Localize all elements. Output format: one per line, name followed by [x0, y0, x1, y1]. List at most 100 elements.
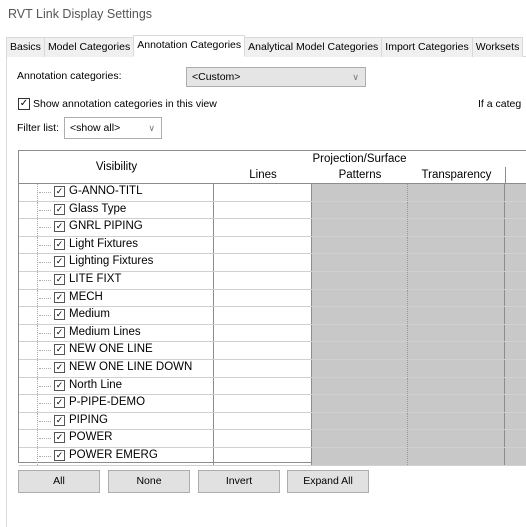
table-row[interactable]: ✓ Lighting Fixtures: [19, 254, 526, 272]
table-row[interactable]: ✓ POWER: [19, 430, 526, 448]
tree-connector: [39, 209, 51, 211]
category-checkbox[interactable]: ✓: [54, 344, 65, 356]
visibility-cell: ✓ POWER EMERG: [19, 448, 214, 465]
all-button[interactable]: All: [18, 470, 100, 493]
extra-cell: [505, 184, 526, 201]
category-checkbox[interactable]: ✓: [54, 309, 65, 321]
header-projection-surface: Projection/Surface: [214, 151, 506, 168]
extra-cell: [505, 395, 526, 412]
category-checkbox[interactable]: ✓: [54, 291, 65, 303]
transparency-cell: [408, 430, 505, 447]
tree-line: [37, 430, 38, 447]
table-row[interactable]: ✓ G-ANNO-TITL: [19, 184, 526, 202]
category-checkbox[interactable]: ✓: [54, 379, 65, 391]
lines-cell[interactable]: [214, 289, 312, 307]
show-annotation-checkbox[interactable]: ✓: [18, 98, 30, 110]
category-checkbox[interactable]: ✓: [54, 326, 65, 338]
table-row[interactable]: ✓ MECH: [19, 289, 526, 308]
tree-connector: [39, 332, 51, 334]
visibility-cell: ✓ PIPING: [19, 412, 214, 430]
lines-cell[interactable]: [214, 307, 312, 324]
patterns-cell: [312, 236, 408, 254]
patterns-cell: [312, 201, 408, 219]
table-row[interactable]: ✓ Medium: [19, 307, 526, 325]
lines-cell[interactable]: [214, 254, 312, 271]
filter-list-value: <show all>: [70, 122, 121, 134]
visibility-cell: ✓ POWER: [19, 430, 214, 447]
tree-connector: [39, 403, 51, 405]
lines-cell[interactable]: [214, 412, 312, 430]
lines-cell[interactable]: [214, 377, 312, 395]
table-row[interactable]: ✓ North Line: [19, 377, 526, 396]
lines-cell[interactable]: [214, 272, 312, 289]
extra-cell: [505, 360, 526, 377]
category-checkbox[interactable]: ✓: [54, 221, 65, 233]
table-row[interactable]: ✓ NEW ONE LINE DOWN: [19, 360, 526, 378]
lines-cell[interactable]: [214, 430, 312, 447]
category-checkbox[interactable]: ✓: [54, 274, 65, 285]
filter-list-dropdown[interactable]: <show all> ∨: [64, 117, 162, 139]
tree-connector: [39, 227, 51, 229]
category-checkbox[interactable]: ✓: [54, 450, 65, 461]
category-checkbox[interactable]: ✓: [54, 362, 65, 373]
table-row[interactable]: ✓ NEW ONE LINE: [19, 342, 526, 360]
table-row[interactable]: ✓ LITE FIXT: [19, 272, 526, 290]
lines-cell[interactable]: [214, 342, 312, 359]
lines-cell[interactable]: [214, 236, 312, 254]
patterns-cell: [312, 342, 408, 359]
extra-cell: [505, 201, 526, 219]
tab-annotation-categories[interactable]: Annotation Categories: [133, 35, 246, 57]
expand-all-button[interactable]: Expand All: [287, 470, 369, 493]
extra-cell: [505, 430, 526, 447]
table-row[interactable]: ✓ Light Fixtures: [19, 236, 526, 255]
table-row[interactable]: ✓ P-PIPE-DEMO: [19, 395, 526, 413]
patterns-cell: [312, 448, 408, 465]
category-checkbox[interactable]: ✓: [54, 432, 65, 444]
visibility-cell: ✓ GNRL PIPING: [19, 219, 214, 236]
annotation-categories-dropdown[interactable]: <Custom> ∨: [186, 67, 366, 87]
transparency-cell: [408, 184, 505, 201]
lines-cell[interactable]: [214, 395, 312, 412]
category-checkbox[interactable]: ✓: [54, 414, 65, 426]
tab-import-categories[interactable]: Import Categories: [381, 37, 473, 57]
header-visibility[interactable]: Visibility: [19, 151, 215, 184]
transparency-cell: [408, 342, 505, 359]
extra-cell: [505, 412, 526, 430]
category-name: North Line: [69, 378, 123, 391]
table-row[interactable]: ✓ GNRL PIPING: [19, 219, 526, 237]
none-button[interactable]: None: [108, 470, 190, 493]
tab-basics[interactable]: Basics: [6, 37, 45, 57]
table-row[interactable]: ✓ Glass Type: [19, 201, 526, 220]
tree-line: [37, 395, 38, 412]
lines-cell[interactable]: [214, 184, 312, 201]
category-checkbox[interactable]: ✓: [54, 256, 65, 268]
tree-connector: [39, 192, 51, 193]
category-name: PIPING: [69, 413, 108, 426]
category-checkbox[interactable]: ✓: [54, 238, 65, 250]
extra-cell: [505, 342, 526, 359]
tree-connector: [39, 297, 51, 299]
lines-cell[interactable]: [214, 201, 312, 219]
table-row[interactable]: ✓ Medium Lines: [19, 324, 526, 343]
header-transparency: Transparency: [408, 167, 506, 184]
category-checkbox[interactable]: ✓: [54, 397, 65, 409]
lines-cell[interactable]: [214, 324, 312, 342]
tree-line: [37, 360, 38, 377]
table-row[interactable]: ✓ PIPING: [19, 412, 526, 431]
patterns-cell: [312, 307, 408, 324]
visibility-cell: ✓ Medium Lines: [19, 324, 214, 342]
invert-button[interactable]: Invert: [198, 470, 280, 493]
tree-connector: [39, 350, 51, 352]
tab-worksets[interactable]: Worksets: [471, 37, 524, 57]
lines-cell[interactable]: [214, 360, 312, 377]
tab-model-categories[interactable]: Model Categories: [43, 37, 135, 57]
transparency-cell: [408, 236, 505, 254]
tree-connector: [39, 420, 51, 422]
lines-cell[interactable]: [214, 219, 312, 236]
table-row[interactable]: ✓ POWER EMERG: [19, 448, 526, 466]
lines-cell[interactable]: [214, 448, 312, 465]
tab-analytical-model-categories[interactable]: Analytical Model Categories: [244, 37, 383, 57]
category-checkbox[interactable]: ✓: [54, 186, 65, 197]
category-checkbox[interactable]: ✓: [54, 203, 65, 215]
transparency-cell: [408, 324, 505, 342]
